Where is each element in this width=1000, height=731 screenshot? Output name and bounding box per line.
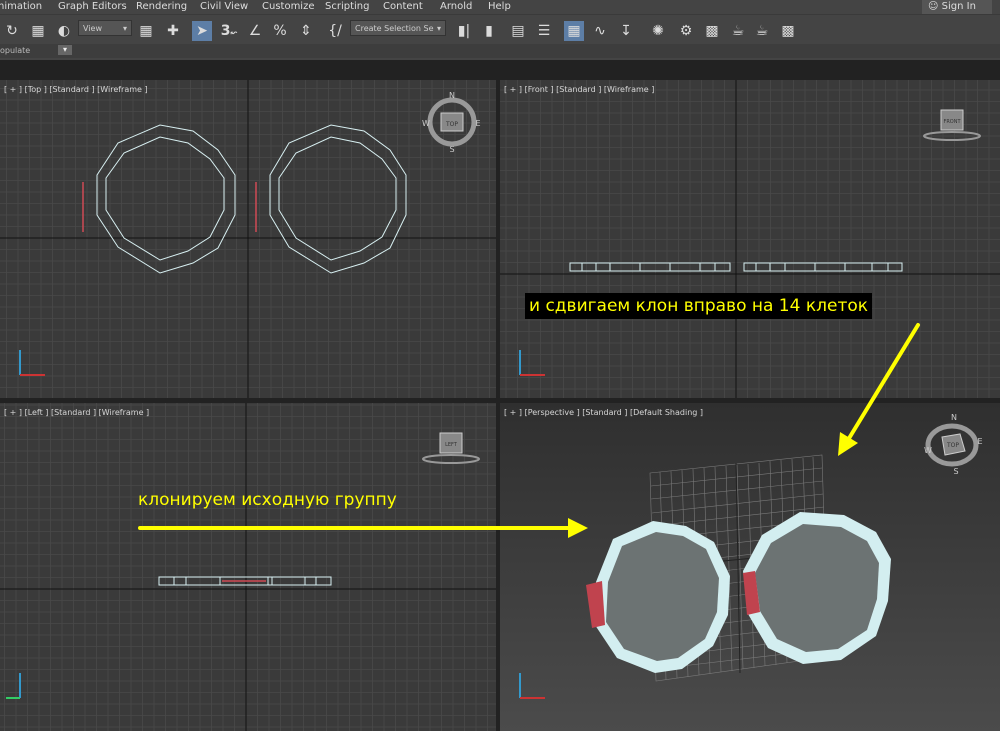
select-region-icon[interactable]: ▦ — [28, 21, 48, 41]
svg-text:TOP: TOP — [946, 442, 959, 449]
scene-explorer-icon[interactable]: ▦ — [564, 21, 584, 41]
redo-icon[interactable]: ↻ — [4, 21, 20, 41]
reference-coordinate-dropdown[interactable]: View ▾ — [78, 20, 132, 36]
viewport-left-label[interactable]: [ + ] [Left ] [Standard ] [Wireframe ] — [4, 408, 149, 417]
chevron-down-icon: ▾ — [122, 24, 127, 33]
render-iterative-icon[interactable]: ☕ — [752, 21, 772, 41]
schematic-view-icon[interactable]: ↧ — [616, 21, 636, 41]
render-production-icon[interactable]: ☕ — [728, 21, 748, 41]
viewport-left[interactable]: LEFT [ + ] [Left ] [Standard ] [Wirefram… — [0, 403, 496, 731]
svg-text:FRONT: FRONT — [943, 119, 961, 125]
ribbon-toggle-icon[interactable]: ▾ — [58, 45, 72, 55]
svg-text:E: E — [475, 119, 480, 128]
chevron-down-icon: ▾ — [436, 24, 441, 33]
menu-bar: nimation Graph Editors Rendering Civil V… — [0, 0, 1000, 14]
viewport-top-label[interactable]: [ + ] [Top ] [Standard ] [Wireframe ] — [4, 85, 148, 94]
selection-set-value: Create Selection Se — [355, 24, 434, 33]
menu-rendering[interactable]: Rendering — [136, 1, 187, 12]
curve-editor-icon[interactable]: ∿ — [590, 21, 610, 41]
material-editor-icon[interactable]: ✺ — [648, 21, 668, 41]
annotation-clone-group: клонируем исходную группу — [138, 490, 397, 510]
left-viewport-canvas: LEFT — [0, 403, 496, 731]
svg-text:N: N — [951, 413, 957, 422]
angle-snap-icon[interactable]: ∠ — [245, 21, 265, 41]
viewport-layout-icon[interactable]: ▩ — [778, 21, 798, 41]
layer-explorer-icon[interactable]: ▤ — [508, 21, 528, 41]
named-selection-icon[interactable]: {/ — [326, 21, 344, 41]
menu-content[interactable]: Content — [383, 1, 423, 12]
layers-icon[interactable]: ☰ — [534, 21, 554, 41]
menu-arnold[interactable]: Arnold — [440, 1, 472, 12]
viewport-top[interactable]: TOP N S W E [ + ] [Top ] [Standard ] [Wi… — [0, 80, 496, 398]
sign-in-label: Sign In — [941, 1, 976, 12]
svg-text:TOP: TOP — [445, 121, 458, 128]
svg-text:E: E — [977, 437, 982, 446]
viewport-perspective-label[interactable]: [ + ] [Perspective ] [Standard ] [Defaul… — [504, 408, 703, 417]
percent-snap-icon[interactable]: % — [270, 21, 290, 41]
render-setup-icon[interactable]: ⚙ — [676, 21, 696, 41]
align-icon[interactable]: ▮ — [480, 21, 498, 41]
ribbon-bar: opulate ▾ — [0, 44, 1000, 58]
snaps-toggle-icon[interactable]: 3↜ — [218, 21, 240, 41]
menu-scripting[interactable]: Scripting — [325, 1, 369, 12]
annotation-move-clone: и сдвигаем клон вправо на 14 клеток — [525, 293, 873, 319]
menu-help[interactable]: Help — [488, 1, 511, 12]
svg-text:W: W — [422, 119, 430, 128]
reference-coordinate-value: View — [83, 24, 102, 33]
svg-text:S: S — [953, 467, 958, 476]
menu-animation[interactable]: nimation — [0, 1, 42, 12]
selection-set-dropdown[interactable]: Create Selection Se ▾ — [350, 20, 446, 36]
viewport-front[interactable]: FRONT [ + ] [Front ] [Standard ] [Wirefr… — [500, 80, 1000, 398]
window-crossing-icon[interactable]: ◐ — [54, 21, 74, 41]
viewport-front-label[interactable]: [ + ] [Front ] [Standard ] [Wireframe ] — [504, 85, 654, 94]
move-icon[interactable]: ✚ — [163, 21, 183, 41]
sign-in-button[interactable]: ☺ Sign In — [922, 0, 992, 14]
user-icon: ☺ — [928, 1, 939, 12]
svg-text:N: N — [449, 91, 455, 100]
menu-graph-editors[interactable]: Graph Editors — [58, 1, 127, 12]
top-viewport-canvas: TOP N S W E — [0, 80, 496, 398]
viewport-perspective[interactable]: TOP N S W E [ + ] [Perspective ] [Standa… — [500, 403, 1000, 731]
rendered-frame-icon[interactable]: ▩ — [702, 21, 722, 41]
viewport-area: TOP N S W E [ + ] [Top ] [Standard ] [Wi… — [0, 60, 1000, 731]
perspective-viewport-canvas: TOP N S W E — [500, 403, 1000, 731]
mirror-icon[interactable]: ▮| — [454, 21, 474, 41]
pivot-center-icon[interactable]: ▦ — [136, 21, 156, 41]
front-viewport-canvas: FRONT — [500, 80, 1000, 398]
spinner-snap-icon[interactable]: ⇕ — [296, 21, 316, 41]
svg-text:S: S — [449, 145, 454, 154]
ribbon-tab-populate[interactable]: opulate — [0, 46, 30, 55]
main-toolbar: ↻ ▦ ◐ View ▾ ▦ ✚ ➤ 3↜ ∠ % ⇕ {/ Create Se… — [0, 14, 1000, 45]
svg-text:LEFT: LEFT — [445, 442, 458, 448]
svg-text:W: W — [924, 446, 932, 455]
menu-civil-view[interactable]: Civil View — [200, 1, 248, 12]
select-manipulate-icon[interactable]: ➤ — [192, 21, 212, 41]
menu-customize[interactable]: Customize — [262, 1, 315, 12]
